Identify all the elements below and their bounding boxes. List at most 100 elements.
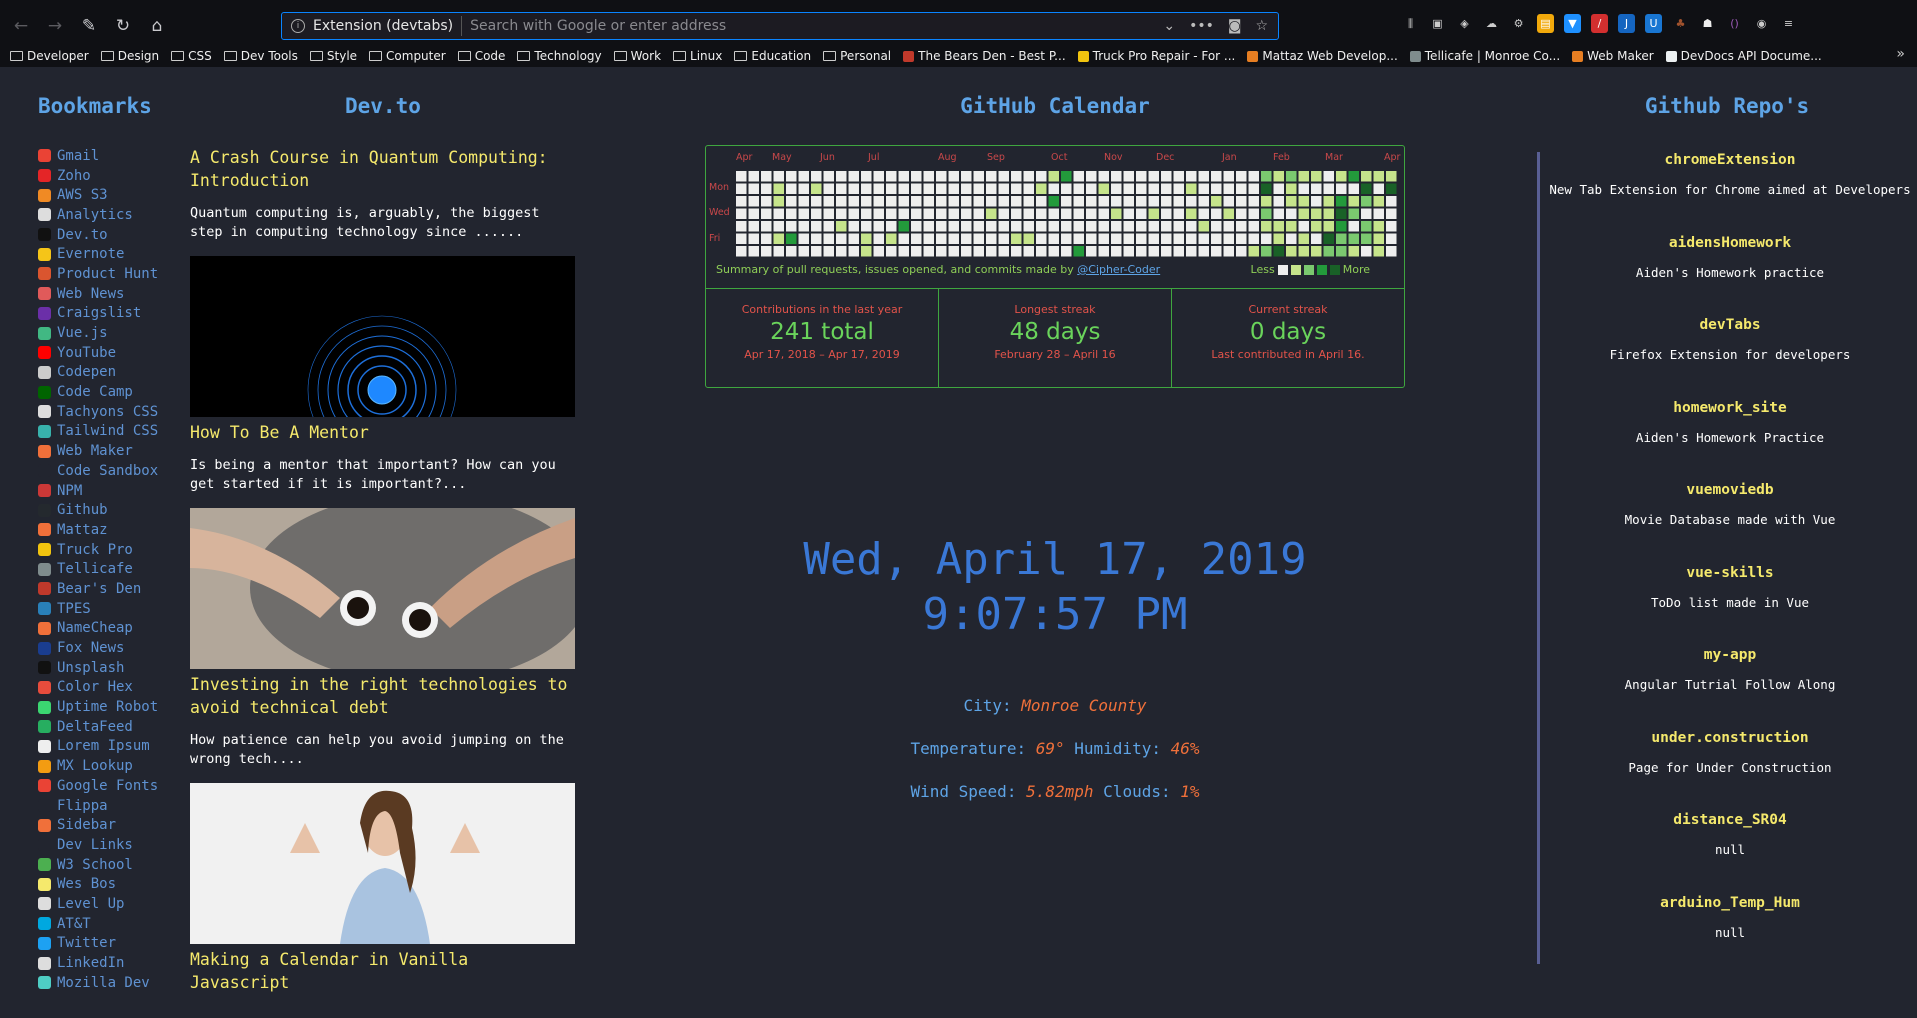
repo-name[interactable]: aidensHomework bbox=[1540, 235, 1917, 251]
shield-icon[interactable]: U bbox=[1645, 14, 1662, 33]
bookmark-item[interactable]: Flippa bbox=[38, 796, 188, 816]
bookmark-folder[interactable]: Education bbox=[734, 49, 811, 63]
bookmark-item[interactable]: Dev.to bbox=[38, 225, 188, 245]
bookmark-link[interactable]: The Bears Den - Best P... bbox=[903, 49, 1066, 63]
bookmark-item[interactable]: YouTube bbox=[38, 343, 188, 363]
bookmark-item[interactable]: NPM bbox=[38, 481, 188, 501]
bookmark-item[interactable]: Color Hex bbox=[38, 678, 188, 698]
wrench-icon[interactable]: ✎ bbox=[76, 13, 102, 39]
bookmark-item[interactable]: Github bbox=[38, 500, 188, 520]
forward-arrow-icon[interactable]: → bbox=[42, 13, 68, 39]
bookmark-link[interactable]: Web Maker bbox=[1572, 49, 1654, 63]
settings-gear-icon[interactable]: ⚙ bbox=[1510, 14, 1527, 33]
repo-card[interactable]: chromeExtension New Tab Extension for Chr… bbox=[1540, 152, 1917, 197]
bookmark-item[interactable]: DeltaFeed bbox=[38, 717, 188, 737]
bookmark-item[interactable]: Uptime Robot bbox=[38, 697, 188, 717]
bookmark-item[interactable]: Analytics bbox=[38, 205, 188, 225]
library-icon[interactable]: ⫼ bbox=[1402, 14, 1419, 33]
extension-yellow-icon[interactable]: ▤ bbox=[1537, 14, 1554, 33]
bookmark-item[interactable]: Tachyons CSS bbox=[38, 402, 188, 422]
bookmark-folder[interactable]: Personal bbox=[823, 49, 891, 63]
bookmark-item[interactable]: Tellicafe bbox=[38, 559, 188, 579]
repo-name[interactable]: distance_SR04 bbox=[1540, 812, 1917, 828]
sidebar-icon[interactable]: ▣ bbox=[1429, 14, 1446, 33]
back-arrow-icon[interactable]: ← bbox=[8, 13, 34, 39]
article-title[interactable]: How To Be A Mentor bbox=[190, 421, 575, 444]
article-image-shrug[interactable] bbox=[190, 783, 575, 944]
repo-name[interactable]: vuemoviedb bbox=[1540, 482, 1917, 498]
bookmark-folder[interactable]: CSS bbox=[171, 49, 212, 63]
page-actions-icon[interactable]: ••• bbox=[1189, 18, 1214, 34]
bookmarks-overflow-icon[interactable]: » bbox=[1896, 46, 1905, 62]
bookmark-item[interactable]: Unsplash bbox=[38, 658, 188, 678]
bookmark-item[interactable]: MX Lookup bbox=[38, 756, 188, 776]
extension-brown-icon[interactable]: ♣ bbox=[1672, 14, 1689, 33]
address-input[interactable] bbox=[462, 18, 1164, 34]
article-title[interactable]: Making a Calendar in Vanilla Javascript bbox=[190, 948, 575, 994]
bookmark-item[interactable]: Product Hunt bbox=[38, 264, 188, 284]
pocket-icon[interactable]: ◙ bbox=[1228, 18, 1242, 34]
bookmark-item[interactable]: Web Maker bbox=[38, 441, 188, 461]
bookmark-folder[interactable]: Computer bbox=[369, 49, 446, 63]
extension-code-icon[interactable]: () bbox=[1726, 14, 1743, 33]
extension-identity-label[interactable]: Extension (devtabs) bbox=[313, 16, 463, 36]
bookmark-item[interactable]: Lorem Ipsum bbox=[38, 737, 188, 757]
bookmark-link[interactable]: Tellicafe | Monroe Co... bbox=[1409, 49, 1560, 63]
repo-card[interactable]: distance_SR04 null bbox=[1540, 812, 1917, 857]
extension-arrow-icon[interactable]: ▼ bbox=[1564, 14, 1581, 33]
star-icon[interactable]: ☆ bbox=[1255, 18, 1268, 34]
bookmark-item[interactable]: Fox News bbox=[38, 638, 188, 658]
bookmark-item[interactable]: Web News bbox=[38, 284, 188, 304]
repo-card[interactable]: devTabs Firefox Extension for developers bbox=[1540, 317, 1917, 362]
bookmark-item[interactable]: Code Camp bbox=[38, 382, 188, 402]
repo-name[interactable]: arduino_Temp_Hum bbox=[1540, 895, 1917, 911]
bookmark-item[interactable]: Gmail bbox=[38, 146, 188, 166]
reload-icon[interactable]: ↻ bbox=[110, 13, 136, 39]
extension-red-icon[interactable]: / bbox=[1591, 14, 1608, 33]
bookmark-item[interactable]: Google Fonts bbox=[38, 776, 188, 796]
bookmark-item[interactable]: Tailwind CSS bbox=[38, 422, 188, 442]
bookmark-item[interactable]: Mozilla Dev bbox=[38, 973, 188, 993]
github-user-link[interactable]: @Cipher-Coder bbox=[1077, 263, 1160, 276]
bookmark-item[interactable]: AT&T bbox=[38, 914, 188, 934]
bookmark-item[interactable]: Zoho bbox=[38, 166, 188, 186]
bookmark-item[interactable]: LinkedIn bbox=[38, 953, 188, 973]
repo-card[interactable]: vue-skills ToDo list made in Vue bbox=[1540, 565, 1917, 610]
bookmark-item[interactable]: Craigslist bbox=[38, 304, 188, 324]
extension-j-icon[interactable]: J bbox=[1618, 14, 1635, 33]
bookmark-item[interactable]: Bear's Den bbox=[38, 579, 188, 599]
repo-name[interactable]: devTabs bbox=[1540, 317, 1917, 333]
bookmark-link[interactable]: Truck Pro Repair - For ... bbox=[1077, 49, 1235, 63]
bookmark-item[interactable]: Dev Links bbox=[38, 835, 188, 855]
bookmark-folder[interactable]: Code bbox=[457, 49, 505, 63]
bookmark-item[interactable]: Mattaz bbox=[38, 520, 188, 540]
bookmark-item[interactable]: Codepen bbox=[38, 363, 188, 383]
bookmark-item[interactable]: Level Up bbox=[38, 894, 188, 914]
bookmark-link[interactable]: DevDocs API Docume... bbox=[1665, 49, 1822, 63]
article-title[interactable]: A Crash Course in Quantum Computing: Int… bbox=[190, 146, 575, 192]
repo-name[interactable]: vue-skills bbox=[1540, 565, 1917, 581]
bookmark-item[interactable]: W3 School bbox=[38, 855, 188, 875]
bookmark-item[interactable]: Code Sandbox bbox=[38, 461, 188, 481]
extension-icon[interactable]: ☁ bbox=[1483, 14, 1500, 33]
bookmark-item[interactable]: TPES bbox=[38, 599, 188, 619]
bookmark-item[interactable]: Vue.js bbox=[38, 323, 188, 343]
repo-card[interactable]: my-app Angular Tutrial Follow Along bbox=[1540, 647, 1917, 692]
bookmark-item[interactable]: Truck Pro bbox=[38, 540, 188, 560]
bookmark-item[interactable]: NameCheap bbox=[38, 619, 188, 639]
bookmark-folder[interactable]: Work bbox=[613, 49, 661, 63]
home-icon[interactable]: ⌂ bbox=[144, 13, 170, 39]
bookmark-item[interactable]: Twitter bbox=[38, 934, 188, 954]
repo-name[interactable]: under.construction bbox=[1540, 730, 1917, 746]
repo-card[interactable]: vuemoviedb Movie Database made with Vue bbox=[1540, 482, 1917, 527]
menu-icon[interactable]: ≡ bbox=[1780, 14, 1797, 33]
info-icon[interactable]: i bbox=[291, 19, 305, 33]
repo-name[interactable]: my-app bbox=[1540, 647, 1917, 663]
article-image-quantum[interactable] bbox=[190, 256, 575, 417]
repo-card[interactable]: arduino_Temp_Hum null bbox=[1540, 895, 1917, 940]
repo-card[interactable]: homework_site Aiden's Homework Practice bbox=[1540, 400, 1917, 445]
repo-name[interactable]: homework_site bbox=[1540, 400, 1917, 416]
article-title[interactable]: Investing in the right technologies to a… bbox=[190, 673, 575, 719]
bookmark-item[interactable]: Evernote bbox=[38, 244, 188, 264]
bookmark-item[interactable]: Sidebar bbox=[38, 815, 188, 835]
